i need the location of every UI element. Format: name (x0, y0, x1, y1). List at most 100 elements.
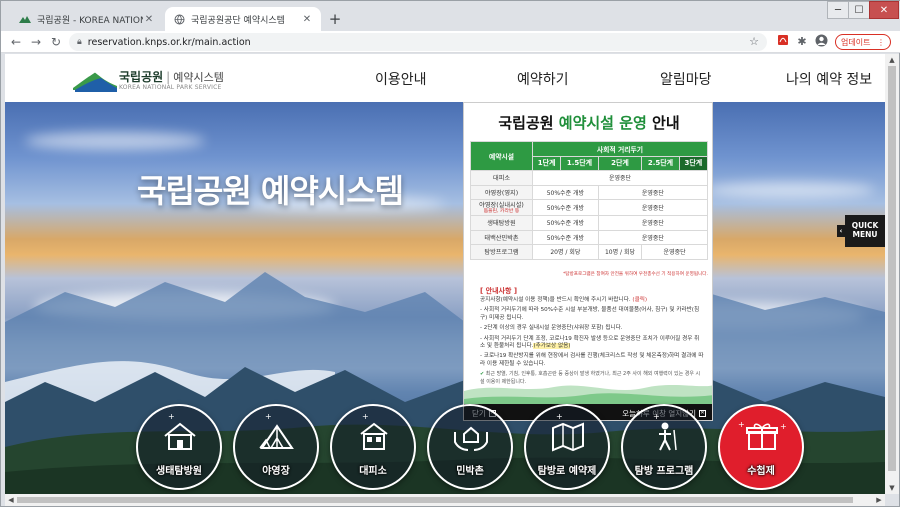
browser-toolbar: ← → ↻ 🔒︎ reservation.knps.or.kr/main.act… (1, 31, 900, 53)
cloud-shape (705, 182, 875, 198)
nav-item-my-reservation[interactable]: 나의 예약 정보 (786, 69, 872, 89)
update-button[interactable]: 업데이트 ⋮ (835, 34, 891, 50)
close-window-button[interactable]: ✕ (869, 1, 899, 19)
level-header: 2.5단계 (641, 155, 680, 171)
service-trail-program[interactable]: + 탐방 프로그램 (621, 404, 707, 490)
service-passport[interactable]: + + 수첩제 (718, 404, 804, 490)
service-label: 야영장 (262, 466, 290, 477)
pdf-extension-icon[interactable] (775, 34, 791, 50)
popup-hills-decoration (464, 385, 712, 405)
site-logo[interactable]: 국립공원 | 예약시스템 KOREA NATIONAL PARK SERVICE (73, 66, 233, 94)
service-label: 민박촌 (456, 466, 484, 477)
row-cell: 운영중단 (597, 184, 709, 200)
knps-logo-icon (73, 71, 117, 92)
row-facility-name-text: 야영장(실내시설) (479, 202, 524, 209)
tab-knps-home[interactable]: 국립공원 - KOREA NATIONAL PA ✕ (11, 7, 163, 31)
row-cell: 10명 / 회당 (597, 244, 643, 260)
service-label: 탐방로 예약제 (537, 466, 597, 477)
logo-text: 국립공원 | 예약시스템 (119, 68, 224, 85)
scroll-thumb[interactable] (17, 497, 853, 503)
level-header: 1.5단계 (560, 155, 599, 171)
hiker-icon (659, 422, 677, 451)
row-facility-name: 대피소 (470, 170, 533, 186)
update-label: 업데이트 (841, 37, 871, 47)
sparkle-icon: + (780, 422, 787, 431)
row-cell: 50%수준 개방 (532, 184, 599, 200)
service-shelter[interactable]: + 대피소 (330, 404, 416, 490)
guide-notice-link[interactable]: (클릭) (632, 297, 647, 303)
row-facility-sub: 돔플린, 카라반 등 (483, 209, 520, 214)
popup-title-tail: 안내 (646, 114, 680, 132)
close-icon: ✕ (699, 409, 706, 417)
new-tab-button[interactable]: + (326, 10, 344, 28)
hands-house-icon (454, 426, 488, 451)
row-cell: 운영중단 (597, 199, 709, 216)
table-header-facility: 예약시설 (470, 141, 533, 171)
minimize-button[interactable]: ─ (827, 1, 849, 19)
table-row: 태백산민박촌 50%수준 개방 운영중단 (470, 229, 709, 245)
scroll-left-icon[interactable]: ◀ (5, 494, 17, 506)
cloud-shape (25, 132, 205, 150)
map-icon (552, 422, 584, 452)
close-tab-icon[interactable]: ✕ (143, 14, 155, 25)
guide-title: [ 안내사항 ] (480, 287, 518, 295)
quick-menu-line1: QUICK (851, 221, 879, 230)
service-eco-center[interactable]: + 생태탐방원 (136, 404, 222, 490)
forward-icon[interactable]: → (27, 33, 45, 51)
row-facility-name: 탐방프로그램 (470, 244, 533, 260)
scroll-thumb[interactable] (888, 66, 896, 471)
address-bar[interactable]: 🔒︎ reservation.knps.or.kr/main.action ☆ (69, 33, 767, 51)
guide-intro: 공지사항(예약시설 이용 정책)을 반드시 확인해 주시기 바랍니다. (480, 297, 631, 303)
tab-title: 국립공원공단 예약시스템 (191, 15, 285, 26)
nav-item-reservation[interactable]: 예약하기 (517, 69, 569, 89)
horizontal-scrollbar[interactable]: ◀ ▶ (5, 494, 885, 506)
vertical-scrollbar[interactable]: ▲ ▼ (885, 54, 899, 494)
quick-menu-button[interactable]: ‹ QUICK MENU (837, 215, 885, 247)
table-row: 대피소 운영중단 (470, 170, 708, 186)
quick-menu-line2: MENU (852, 230, 878, 239)
page-viewport: 국립공원 | 예약시스템 KOREA NATIONAL PARK SERVICE 이… (5, 54, 885, 494)
guide-item: - 사회적 거리두기에 따라 50%수준 시설 부분개방, 물품선 대여물품(어… (480, 307, 700, 321)
level-header: 2단계 (597, 155, 643, 171)
row-cell: 운영중단 (597, 229, 709, 245)
row-facility-name: 야영장(실내시설) 돔플린, 카라반 등 (470, 199, 533, 216)
extensions-puzzle-icon[interactable]: ✱ (794, 34, 810, 50)
profile-avatar-icon[interactable] (813, 34, 829, 50)
row-cell: 20명 / 회당 (532, 244, 599, 260)
row-cell: 50%수준 개방 (532, 229, 599, 245)
close-tab-icon[interactable]: ✕ (301, 14, 313, 25)
chevron-left-icon: ‹ (837, 225, 845, 237)
maximize-button[interactable]: ☐ (848, 1, 870, 19)
reload-icon[interactable]: ↻ (47, 33, 65, 51)
facility-operation-table: 예약시설 사회적 거리두기 1단계 1.5단계 2단계 2.5단계 3단계 대피… (470, 141, 709, 260)
table-row: 야영장(실내시설) 돔플린, 카라반 등 50%수준 개방 운영중단 (470, 199, 709, 216)
bookmark-star-icon[interactable]: ☆ (749, 35, 759, 48)
row-cell: 운영중단 (532, 170, 708, 186)
service-campsite[interactable]: + 야영장 (233, 404, 319, 490)
service-label: 탐방 프로그램 (634, 466, 694, 477)
logo-separator: | (166, 70, 171, 84)
more-menu-icon: ⋮ (877, 37, 885, 47)
nav-item-notice[interactable]: 알림마당 (660, 69, 712, 89)
popup-title-plain: 국립공원 (498, 114, 559, 132)
back-icon[interactable]: ← (7, 33, 25, 51)
tab-reservation[interactable]: 국립공원공단 예약시스템 ✕ (165, 7, 321, 31)
scroll-right-icon[interactable]: ▶ (873, 494, 885, 506)
row-cell: 운영중단 (597, 215, 709, 231)
browser-window: 국립공원 - KOREA NATIONAL PA ✕ 국립공원공단 예약시스템 … (0, 0, 900, 507)
nav-item-usage-guide[interactable]: 이용안내 (375, 69, 427, 89)
row-cell: 50%수준 개방 (532, 199, 599, 216)
scroll-up-icon[interactable]: ▲ (885, 54, 899, 66)
hero-title: 국립공원 예약시스템 (137, 172, 404, 210)
gift-icon (746, 423, 778, 450)
service-trail-reservation[interactable]: + 탐방로 예약제 (524, 404, 610, 490)
site-header: 국립공원 | 예약시스템 KOREA NATIONAL PARK SERVICE 이… (5, 54, 885, 102)
scroll-down-icon[interactable]: ▼ (885, 482, 899, 494)
guide-item: - 코로나19 확산방지를 위해 현장에서 검사를 진행(체크리스트 작성 및 … (480, 353, 704, 367)
program-note: *탐방프로그램은 참여자 안전을 위하여 우천총수선 기 적용하여 운영됩니다. (563, 272, 708, 277)
service-guesthouse-village[interactable]: 민박촌 (427, 404, 513, 490)
shelter-icon (360, 422, 388, 450)
row-facility-name: 야영장(영지) (470, 184, 533, 200)
row-cell: 50%수준 개방 (532, 215, 599, 231)
guide-item-highlight: (추가보상 없음) (533, 343, 571, 350)
